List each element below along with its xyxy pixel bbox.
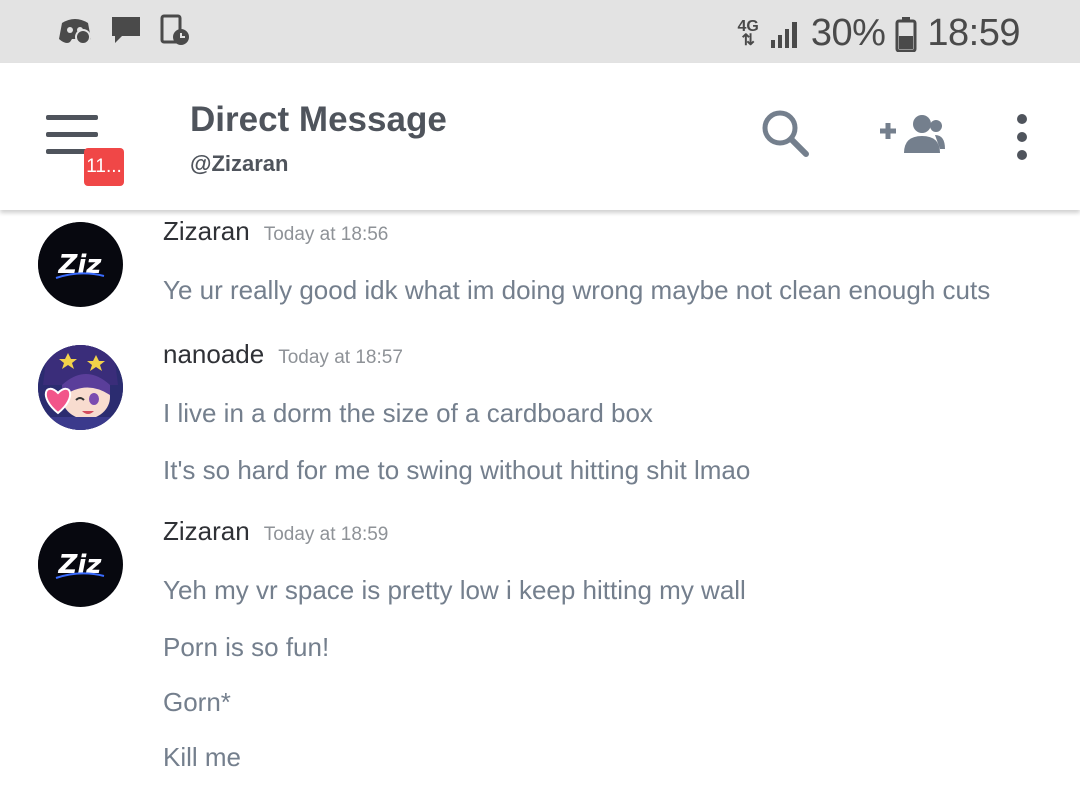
anime-avatar <box>38 345 123 430</box>
message-text: It's so hard for me to swing without hit… <box>163 455 751 485</box>
battery-icon <box>895 16 917 52</box>
message-author[interactable]: Zizaran Today at 18:59 <box>163 516 388 547</box>
message-author[interactable]: nanoade Today at 18:57 <box>163 339 403 370</box>
page-title: Direct Message <box>190 100 447 139</box>
avatar[interactable]: Ziz <box>38 222 123 307</box>
message-text: I live in a dorm the size of a cardboard… <box>163 398 653 428</box>
ziz-logo-avatar: Ziz <box>38 522 122 606</box>
battery-percent: 30% <box>810 12 886 54</box>
message-text: Gorn* <box>163 687 231 717</box>
message-text: Porn is so fun! <box>163 632 330 662</box>
message-text: Kill me <box>163 742 242 772</box>
message-timestamp: Today at 18:57 <box>278 347 403 368</box>
ziz-logo-avatar: Ziz <box>38 222 122 306</box>
screenshot-notification-icon <box>160 14 189 45</box>
unread-badge: 11... <box>84 148 124 186</box>
clock: 18:59 <box>927 12 1020 54</box>
network-type: 4G ⇅ <box>737 17 759 49</box>
signal-icon <box>770 21 797 48</box>
more-options-icon[interactable] <box>1012 113 1032 161</box>
app-bar: 11... Direct Message @Zizaran <box>0 63 1080 210</box>
status-bar: 4G ⇅ 30% 18:59 <box>0 0 1080 63</box>
message-timestamp: Today at 18:59 <box>263 524 389 545</box>
system-status: 4G ⇅ 30% 18:59 <box>738 12 1021 55</box>
message-author[interactable]: Zizaran Today at 18:56 <box>163 216 388 247</box>
avatar[interactable]: Ziz <box>38 522 123 607</box>
message-timestamp: Today at 18:56 <box>263 224 389 245</box>
message-text: Ye ur really good idk what im doing wron… <box>163 275 991 305</box>
message-notification-icon <box>112 17 140 43</box>
add-friend-icon[interactable] <box>878 113 946 155</box>
data-arrows-icon: ⇅ <box>741 31 755 49</box>
channel-subtitle: @Zizaran <box>190 151 289 176</box>
message-text: Yeh my vr space is pretty low i keep hit… <box>163 575 746 605</box>
avatar[interactable] <box>38 345 123 430</box>
search-icon[interactable] <box>760 108 810 158</box>
notification-icons <box>58 14 190 46</box>
discord-notification-icon <box>59 19 91 45</box>
